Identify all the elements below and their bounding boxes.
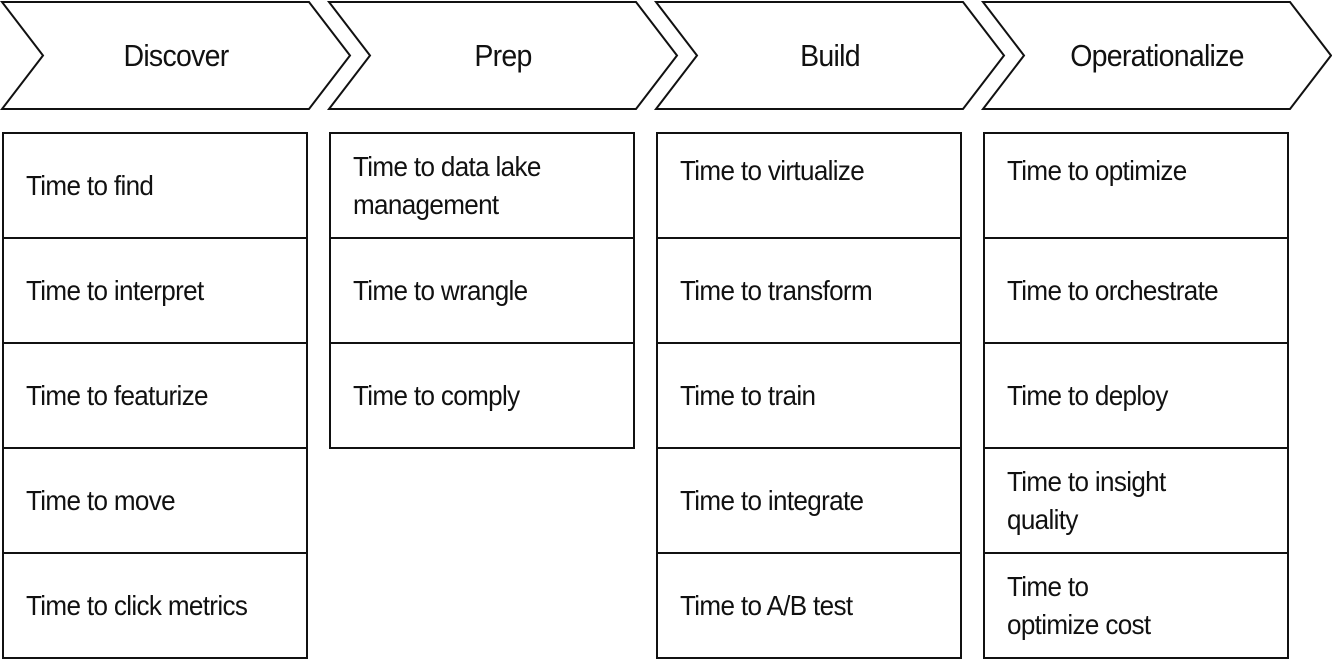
stage-label: Prep	[474, 37, 532, 73]
metric-box: Time to interpret	[2, 237, 308, 344]
stage-label: Discover	[123, 37, 229, 73]
metric-label: Time to featurize	[26, 379, 209, 411]
metric-box: Time to featurize	[2, 342, 308, 449]
metric-box: Time to click metrics	[2, 552, 308, 659]
metric-label: Time to virtualize	[680, 155, 865, 186]
metric-label: Time to move	[26, 484, 176, 516]
stage-label: Build	[800, 37, 860, 73]
metric-box: Time to insight quality	[983, 447, 1289, 554]
metric-label: Time to integrate	[680, 484, 864, 516]
metric-label: Time to orchestrate	[1007, 274, 1219, 306]
metric-box: Time to deploy	[983, 342, 1289, 449]
metric-label: Time to optimize cost	[1007, 570, 1151, 640]
metric-label: Time to insight quality	[1007, 465, 1166, 535]
metric-label: Time to transform	[680, 274, 873, 306]
metric-label: Time to optimize	[1007, 155, 1187, 186]
metric-box: Time to train	[656, 342, 962, 449]
metric-label: Time to wrangle	[353, 274, 528, 306]
metric-box: Time to wrangle	[329, 237, 635, 344]
metric-label: Time to find	[26, 169, 154, 201]
metric-label: Time to click metrics	[26, 589, 248, 621]
metric-box: Time to integrate	[656, 447, 962, 554]
metric-box: Time to orchestrate	[983, 237, 1289, 344]
metric-box: Time to optimize	[983, 132, 1289, 239]
metric-box: Time to find	[2, 132, 308, 239]
stage-label: Operationalize	[1070, 37, 1244, 73]
stage-column-build: Time to virtualize Time to transform Time …	[656, 132, 962, 659]
metric-box: Time to data lake management	[329, 132, 635, 239]
metric-box: Time to A/B test	[656, 552, 962, 659]
metric-label: Time to A/B test	[680, 589, 853, 621]
metric-label: Time to data lake management	[353, 150, 541, 220]
metric-label: Time to interpret	[26, 274, 204, 306]
stage-column-prep: Time to data lake management Time to wrang…	[329, 132, 635, 449]
metric-box: Time to optimize cost	[983, 552, 1289, 659]
stage-column-discover: Time to find Time to interpret Time to fea…	[2, 132, 308, 659]
metric-box: Time to transform	[656, 237, 962, 344]
metric-box: Time to move	[2, 447, 308, 554]
metric-label: Time to train	[680, 379, 816, 411]
metric-box: Time to virtualize	[656, 132, 962, 239]
metric-box: Time to comply	[329, 342, 635, 449]
metric-label: Time to deploy	[1007, 379, 1168, 411]
stage-column-operationalize: Time to optimize Time to orchestrate Time …	[983, 132, 1289, 659]
metric-label: Time to comply	[353, 379, 520, 411]
